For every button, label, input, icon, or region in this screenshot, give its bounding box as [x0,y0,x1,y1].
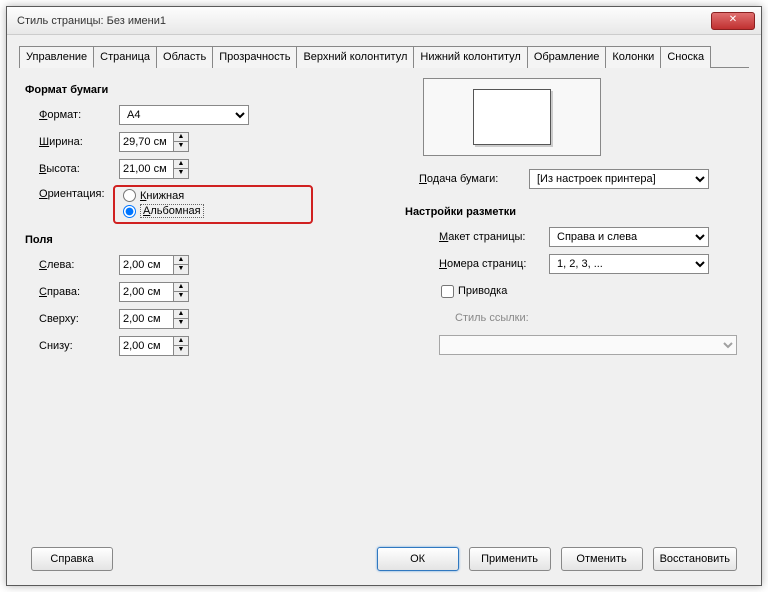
spin-up-icon[interactable]: ▲ [174,310,188,319]
margin-left-label: Слева: [25,259,119,271]
spin-up-icon[interactable]: ▲ [174,337,188,346]
spin-down-icon[interactable]: ▼ [174,319,188,328]
layout-section: Настройки разметки [405,206,743,218]
page-preview-icon [473,89,551,145]
tab-footer[interactable]: Нижний колонтитул [413,46,527,68]
tab-page[interactable]: Страница [93,46,157,68]
spin-up-icon[interactable]: ▲ [174,160,188,169]
ref-style-label: Стиль ссылки: [405,312,549,324]
page-preview-area [423,78,601,156]
page-layout-select[interactable]: Справа и слева [549,227,709,247]
margin-right-spinner[interactable]: ▲▼ [119,282,189,302]
spin-down-icon[interactable]: ▼ [174,265,188,274]
spin-up-icon[interactable]: ▲ [174,283,188,292]
margin-top-label: Сверху: [25,313,119,325]
spin-up-icon[interactable]: ▲ [174,256,188,265]
ref-style-select [439,335,737,355]
button-bar: Справка ОК Применить Отменить Восстанови… [7,547,761,571]
margin-right-label: Справа: [25,286,119,298]
register-checkbox[interactable] [441,285,454,298]
margin-bottom-label: Снизу: [25,340,119,352]
spin-down-icon[interactable]: ▼ [174,292,188,301]
page-numbers-label: Номера страниц: [405,258,549,270]
margin-right-input[interactable] [119,282,173,302]
cancel-button[interactable]: Отменить [561,547,643,571]
orientation-landscape-label: Альбомная [140,204,204,218]
width-label: Ширина: [25,136,119,148]
tab-header[interactable]: Верхний колонтитул [296,46,414,68]
margin-bottom-spinner[interactable]: ▲▼ [119,336,189,356]
dialog-window: Стиль страницы: Без имени1 ✕ Управление … [6,6,762,586]
tab-area[interactable]: Область [156,46,213,68]
spin-up-icon[interactable]: ▲ [174,133,188,142]
height-spinner[interactable]: ▲▼ [119,159,189,179]
ok-button[interactable]: ОК [377,547,459,571]
margin-left-input[interactable] [119,255,173,275]
height-label: Высота: [25,163,119,175]
format-select[interactable]: A4 [119,105,249,125]
height-input[interactable] [119,159,173,179]
paper-feed-select[interactable]: [Из настроек принтера] [529,169,709,189]
spin-down-icon[interactable]: ▼ [174,142,188,151]
tab-borders[interactable]: Обрамление [527,46,607,68]
margins-section: Поля [25,234,365,246]
tab-bar: Управление Страница Область Прозрачность… [19,45,749,68]
paper-format-section: Формат бумаги [25,84,365,96]
titlebar: Стиль страницы: Без имени1 ✕ [7,7,761,35]
apply-button[interactable]: Применить [469,547,551,571]
orientation-highlight: Книжная Альбомная [113,185,313,224]
tab-management[interactable]: Управление [19,46,94,68]
register-label: Приводка [458,285,507,297]
width-spinner[interactable]: ▲▼ [119,132,189,152]
page-numbers-select[interactable]: 1, 2, 3, ... [549,254,709,274]
width-input[interactable] [119,132,173,152]
margin-top-spinner[interactable]: ▲▼ [119,309,189,329]
margin-bottom-input[interactable] [119,336,173,356]
help-button[interactable]: Справка [31,547,113,571]
format-label: Формат: [25,109,119,121]
tab-columns[interactable]: Колонки [605,46,661,68]
tab-footnote[interactable]: Сноска [660,46,711,68]
reset-button[interactable]: Восстановить [653,547,737,571]
spin-down-icon[interactable]: ▼ [174,346,188,355]
margin-left-spinner[interactable]: ▲▼ [119,255,189,275]
window-title: Стиль страницы: Без имени1 [13,15,711,27]
orientation-portrait-radio[interactable] [123,189,136,202]
page-layout-label: Макет страницы: [405,231,549,243]
orientation-portrait-label: Книжная [140,190,184,202]
margin-top-input[interactable] [119,309,173,329]
paper-feed-label: Подача бумаги: [405,173,529,185]
orientation-landscape-radio[interactable] [123,205,136,218]
spin-down-icon[interactable]: ▼ [174,169,188,178]
close-button[interactable]: ✕ [711,12,755,30]
orientation-label: Ориентация: [25,185,119,200]
tab-transparency[interactable]: Прозрачность [212,46,297,68]
